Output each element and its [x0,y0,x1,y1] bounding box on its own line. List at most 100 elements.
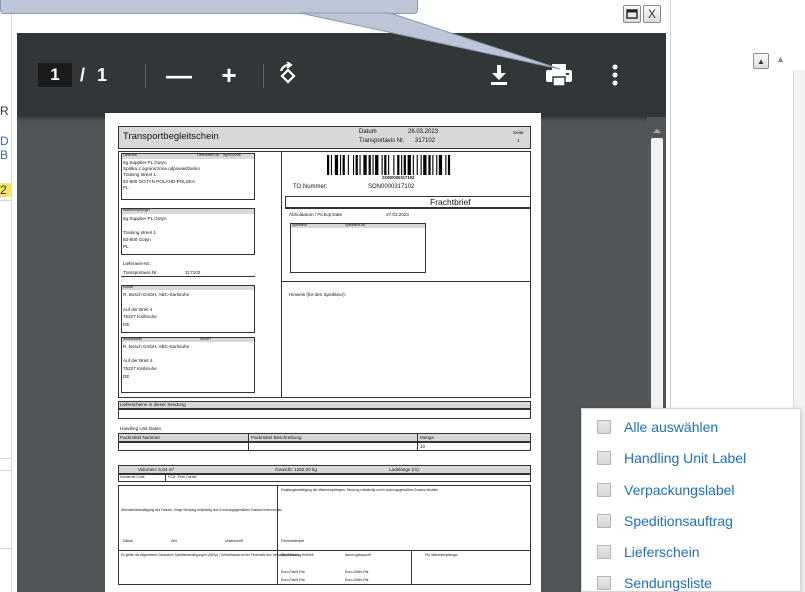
kunde-line: 76227 Karlsruhe [123,314,157,319]
davon-getauscht-label: davon getauscht [345,553,371,557]
checkbox[interactable] [597,514,611,528]
barcode-bar [363,155,367,175]
close-icon: X [647,7,656,21]
empfang-text: Empfangsbestätigung des Warenempfängers:… [281,488,439,492]
kunde-label: Kunde [123,285,134,289]
background-text-fragment: R [0,104,9,118]
column-divider [281,151,282,398]
separator [282,281,531,282]
sendung-enthielt-label: Die Sendung enthielt [281,553,314,557]
hu-daten-label: Handling Unit Daten [120,426,162,431]
lieferant-line: PL [123,185,129,190]
barcode-bar [384,155,387,175]
warenempfaenger-label: Warenempfänger [123,208,150,212]
lieferant-line: 63-800 GOTYN POLAND-POLSKA [123,179,195,184]
checkbox[interactable] [597,420,611,434]
restore-button[interactable] [623,5,641,23]
close-button[interactable]: X [643,5,661,23]
barcode-graphic [327,155,451,175]
euro-gitter-label: Euro-Gitter-Pal. [345,570,370,574]
scroll-up-arrow-icon[interactable] [651,123,663,133]
hinweis-label: Hinweis (für den Spediteur): [289,292,346,297]
abholdatum-value: 27.03.2023 [386,212,409,217]
transportavis2-label: Transportavis Nr. [123,270,158,275]
zoom-in-button[interactable]: + [217,59,241,90]
scroll-up-button[interactable]: ▲ [753,53,769,69]
barcode-bar [403,155,406,175]
dropdown-item-label: Speditionsauftrag [624,513,733,529]
gewicht-label: Gewicht: 1250,00 kg [275,467,317,472]
rotate-button[interactable] [274,61,302,89]
pdf-page: Transportbegleitschein Datum 26.03.2023 … [105,113,541,592]
barcode-bar [359,155,361,175]
separator [285,208,531,209]
plus-icon: + [221,59,237,90]
dropdown-item-handling-unit-label[interactable]: Handling Unit Label [582,442,802,474]
transportavis-value: 317102 [415,138,436,144]
divider [0,470,12,471]
restore-icon [626,9,638,19]
toolbar-divider [263,64,264,88]
barcode-bar [416,155,418,175]
zoom-out-button[interactable]: — [166,59,192,90]
barcode-bar [393,155,395,175]
to-nummer-label: TO Nummer: [293,184,328,190]
dropdown-item-lieferschein[interactable]: Lieferschein [582,536,802,568]
more-vert-icon [612,64,618,86]
barcode-bar [420,155,422,175]
incoterms-value: FCA - Free Carrier [168,475,197,479]
barcode-bar [401,155,403,175]
barcode-bar [438,155,443,175]
dropdown-item-label: Handling Unit Label [624,450,747,466]
pdf-viewer: 1 / 1 — + Transportbegleitschein Datum 2… [17,33,666,592]
dropdown-item-verpackungslabel[interactable]: Verpackungslabel [582,474,802,506]
divider [0,458,12,459]
checkbox[interactable] [597,576,611,590]
page-number-input[interactable]: 1 [38,63,72,87]
barcode-bar [372,155,374,175]
signature-frame [118,485,531,585]
abladestelle-code: 9K05H [200,337,211,341]
kunde-line: Auf der Breit 4 [123,307,153,312]
barcode-bar [407,155,411,175]
dropdown-item-sendungsliste[interactable]: Sendungsliste [582,567,802,592]
dropdown-item-speditionsauftrag[interactable]: Speditionsauftrag [582,505,802,537]
callout-bubble [0,0,418,14]
background-highlight-fragment: 2 [0,183,12,197]
checkbox[interactable] [597,451,611,465]
barcode-bar [327,155,330,175]
column-divider [165,474,166,482]
seite-value: 1 [517,138,520,143]
toolbar-divider [145,64,146,88]
more-options-button[interactable] [607,61,623,89]
barcode-bar [432,155,434,175]
datum2-label: Datum [123,539,134,543]
kunde-line: DE [123,322,130,327]
rotate-icon [279,62,296,84]
checkbox[interactable] [597,483,611,497]
agb-text: Es gelten die Allgemeinen Deutschen Sped… [121,553,299,557]
dropdown-item-alle-auswaehlen[interactable]: Alle auswählen [582,411,802,443]
background-link-fragment[interactable]: D [0,134,9,148]
separator [121,276,255,277]
frachtbrief-header [285,196,531,208]
minus-icon: — [166,59,192,90]
lieferant-line: Spółka z ograniczona odpowiedzialno [123,166,200,171]
scroll-up-arrow-icon[interactable]: ▲ [776,54,785,64]
datum-value: 26.03.2023 [408,129,439,135]
divider [0,200,12,201]
doc-title: Transportbegleitschein [123,131,219,142]
euro-gitter-label: Euro-Gitter-Pal. [345,578,370,582]
barcode-bar [428,155,431,175]
abladestelle-line: Auf der Breit 4 [123,358,153,363]
screen: R D B 2 ▲ ▲ X 1 / 1 — + Transportbegleit… [0,0,805,592]
barcode-bar [436,155,438,175]
barcode-bar [355,155,358,175]
ladelaenge-label: Ladelänge (m): [389,467,420,472]
abholdatum-label: Abholdatum / Pickup Date [289,212,343,217]
hu-header-cell: Packmittel Beschreibung [251,435,302,440]
abladestelle-line: DE [123,374,130,379]
checkbox[interactable] [597,545,611,559]
unterschrift-label: Unterschrift [225,539,243,543]
background-link-fragment[interactable]: B [0,148,8,162]
